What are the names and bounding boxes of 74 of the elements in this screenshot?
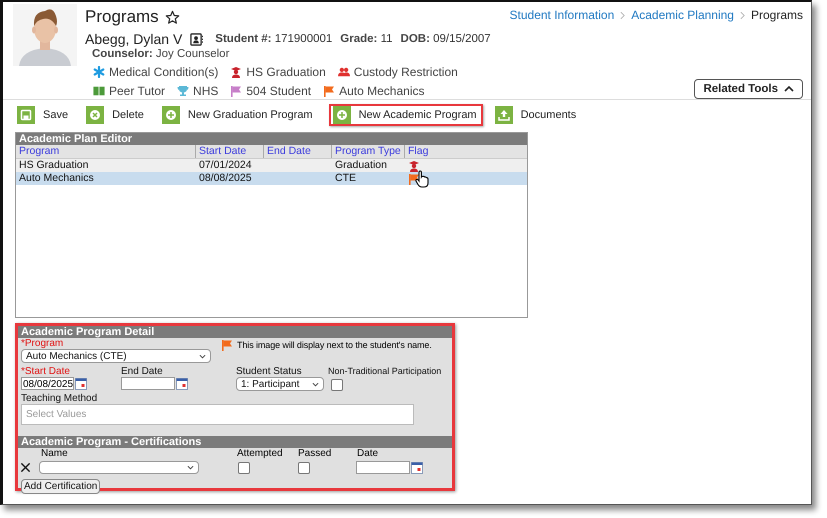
checkbox[interactable] bbox=[298, 462, 310, 474]
flag-label: Custody Restriction bbox=[354, 65, 458, 79]
chevron-icon bbox=[740, 10, 745, 20]
student-detail: Grade: 11 bbox=[340, 33, 393, 46]
column-header[interactable]: Start Date bbox=[196, 145, 264, 158]
field-label: Student Status bbox=[236, 366, 303, 377]
contact-card-icon[interactable] bbox=[190, 32, 204, 46]
panel-header: Academic Program - Certifications bbox=[18, 436, 452, 448]
column-header[interactable]: Flag bbox=[405, 145, 525, 158]
field-label: Teaching Method bbox=[21, 393, 98, 404]
breadcrumb-link[interactable]: Programs bbox=[750, 8, 803, 22]
field-label: *Start Date bbox=[21, 366, 71, 377]
caret-icon bbox=[199, 354, 206, 358]
table-row[interactable]: Auto Mechanics 08/08/2025 CTE bbox=[16, 172, 527, 185]
student-name: Abegg, Dylan V bbox=[85, 31, 182, 48]
column-header[interactable]: Program bbox=[16, 145, 196, 158]
toolbar-button[interactable]: New Academic Program bbox=[328, 104, 483, 126]
table-cell: Graduation bbox=[335, 159, 387, 171]
flag-label: NHS bbox=[193, 84, 218, 98]
column-header: Date bbox=[357, 448, 378, 459]
panel-header: Academic Plan Editor bbox=[16, 133, 527, 145]
delete-icon bbox=[89, 109, 102, 121]
hand-cursor-icon bbox=[415, 170, 429, 188]
remove-icon[interactable] bbox=[20, 462, 31, 473]
table-cell: HS Graduation bbox=[19, 159, 88, 171]
calendar-icon[interactable] bbox=[75, 378, 87, 390]
table-row[interactable]: HS Graduation 07/01/2024 Graduation bbox=[16, 159, 527, 172]
column-header: Name bbox=[41, 448, 69, 459]
table-cell: CTE bbox=[335, 172, 356, 184]
calendar-icon[interactable] bbox=[411, 462, 423, 474]
flag-label: Peer Tutor bbox=[109, 84, 166, 98]
breadcrumb-link[interactable]: Student Information bbox=[510, 8, 614, 22]
table-cell: Auto Mechanics bbox=[19, 172, 94, 184]
upload-icon bbox=[498, 109, 510, 121]
student-detail: Student #: 171900001 bbox=[215, 33, 332, 46]
field-label: End Date bbox=[121, 366, 164, 377]
column-header: Passed bbox=[298, 448, 332, 459]
page-title: Programs bbox=[85, 7, 159, 28]
field-label: *Program bbox=[21, 338, 64, 349]
star-icon[interactable] bbox=[164, 10, 180, 25]
flag-label: Medical Condition(s) bbox=[109, 65, 218, 79]
caret-icon bbox=[312, 382, 319, 386]
program-dropdown[interactable]: Auto Mechanics (CTE) bbox=[21, 349, 211, 363]
flag-label: HS Graduation bbox=[246, 65, 326, 79]
flag-label: Auto Mechanics bbox=[339, 84, 424, 98]
column-header[interactable]: End Date bbox=[264, 145, 332, 158]
status-dropdown[interactable]: 1: Participant bbox=[236, 377, 324, 391]
column-header: Attempted bbox=[237, 448, 284, 459]
checkbox[interactable] bbox=[238, 462, 250, 474]
caret-icon bbox=[187, 465, 194, 470]
calendar-icon[interactable] bbox=[176, 378, 188, 390]
add-icon bbox=[336, 109, 348, 121]
add-certification-button[interactable]: Add Certification bbox=[21, 479, 100, 494]
student-detail: DOB: 09/15/2007 bbox=[400, 33, 491, 46]
flag-icon bbox=[221, 338, 233, 350]
flag-label: 504 Student bbox=[246, 84, 312, 98]
field-label: Non-Traditional Participation bbox=[328, 366, 442, 377]
name-dropdown[interactable] bbox=[39, 461, 199, 474]
panel-header: Academic Program Detail bbox=[18, 326, 452, 338]
checkbox[interactable] bbox=[331, 379, 343, 391]
save-icon bbox=[20, 109, 32, 121]
date-field[interactable] bbox=[356, 461, 410, 474]
flag-note: This image will display next to the student's name. bbox=[237, 340, 432, 350]
date-field[interactable]: 08/08/2025 bbox=[21, 377, 74, 390]
column-header[interactable]: Program Type bbox=[332, 145, 405, 158]
caret-icon bbox=[784, 86, 794, 92]
add-icon bbox=[164, 109, 177, 121]
table-cell: 08/08/2025 bbox=[199, 172, 252, 184]
breadcrumb-link[interactable]: Academic Planning bbox=[631, 8, 734, 22]
table-cell: 07/01/2024 bbox=[199, 159, 252, 171]
chevron-icon bbox=[620, 10, 626, 20]
related-tools-button[interactable]: Related Tools bbox=[694, 79, 803, 99]
counselor-text: Counselor: Joy Counselor bbox=[92, 48, 230, 62]
date-field[interactable] bbox=[121, 377, 175, 390]
